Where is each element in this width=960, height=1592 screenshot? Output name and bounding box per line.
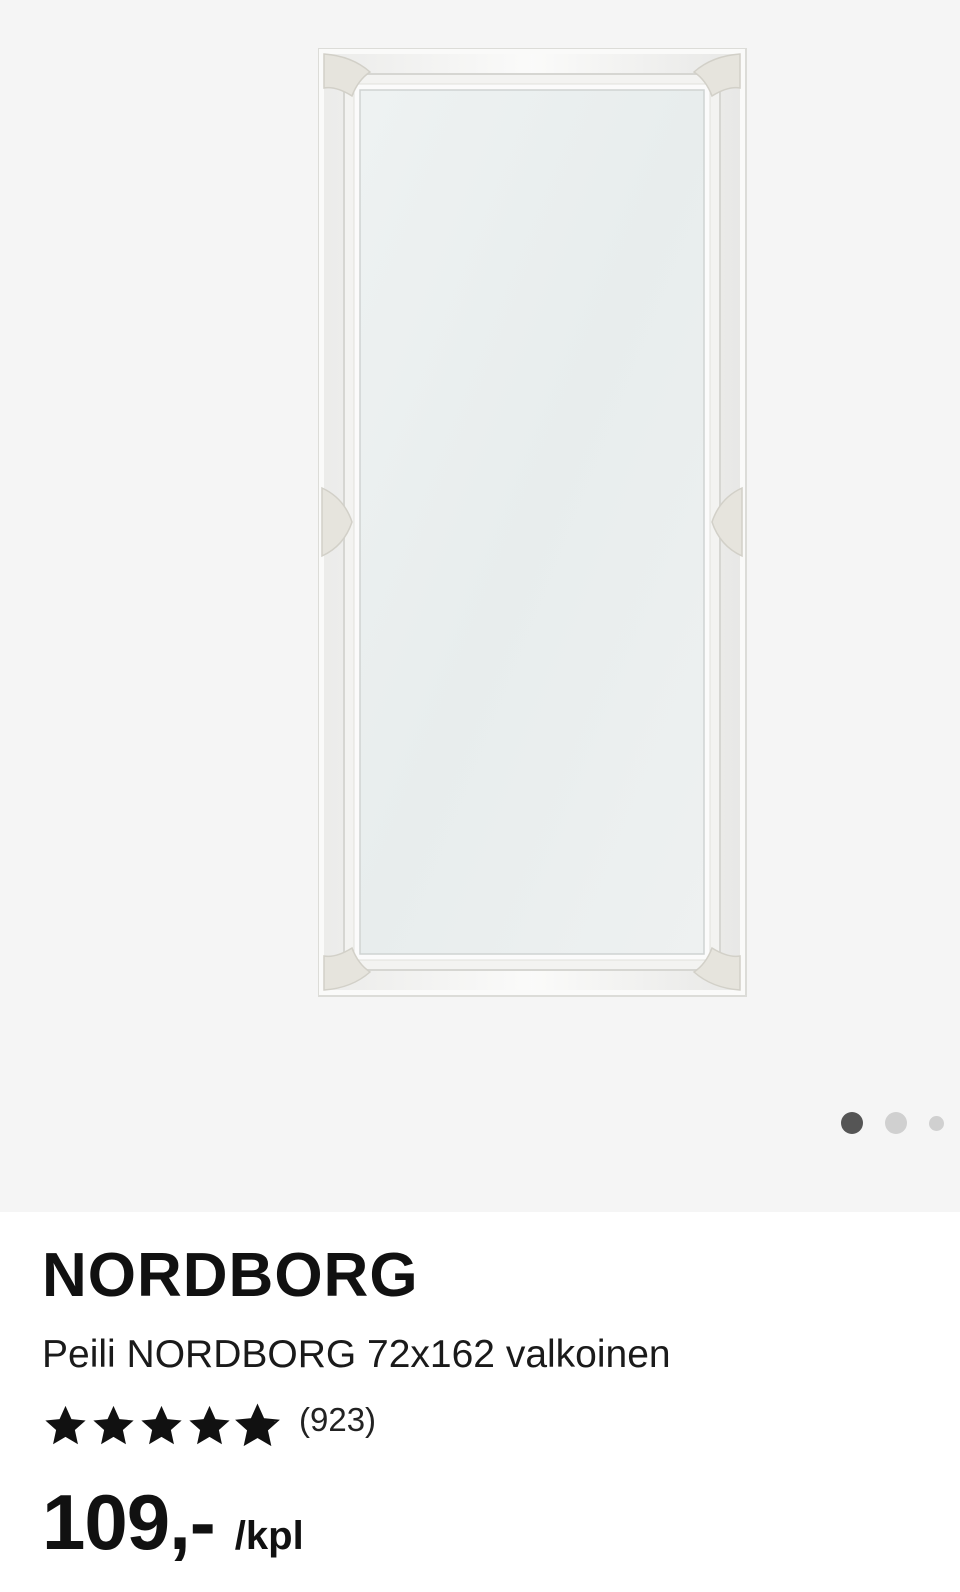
price-unit: /kpl: [234, 1514, 304, 1559]
product-image-gallery[interactable]: [0, 0, 960, 1212]
star-icon: [42, 1403, 89, 1449]
star-partial-icon: [234, 1403, 281, 1449]
price-row: 109,- /kpl: [42, 1477, 922, 1568]
review-count[interactable]: (923): [299, 1401, 376, 1439]
product-price: 109,-: [42, 1478, 216, 1567]
product-name[interactable]: NORDBORG: [42, 1241, 922, 1310]
gallery-pagination[interactable]: [841, 1112, 944, 1134]
star-icon: [138, 1403, 185, 1449]
star-icon: [90, 1403, 137, 1449]
mirror-product-image[interactable]: [318, 48, 758, 1010]
product-description[interactable]: Peili NORDBORG 72x162 valkoinen: [42, 1333, 922, 1377]
pagination-dot-3[interactable]: [929, 1115, 944, 1131]
product-rating[interactable]: (923): [42, 1401, 922, 1449]
pagination-dot-1[interactable]: [841, 1112, 863, 1134]
product-info: NORDBORG Peili NORDBORG 72x162 valkoinen: [42, 1212, 922, 1568]
rating-stars: [42, 1403, 281, 1449]
star-icon: [186, 1403, 233, 1449]
pagination-dot-2[interactable]: [885, 1112, 907, 1134]
